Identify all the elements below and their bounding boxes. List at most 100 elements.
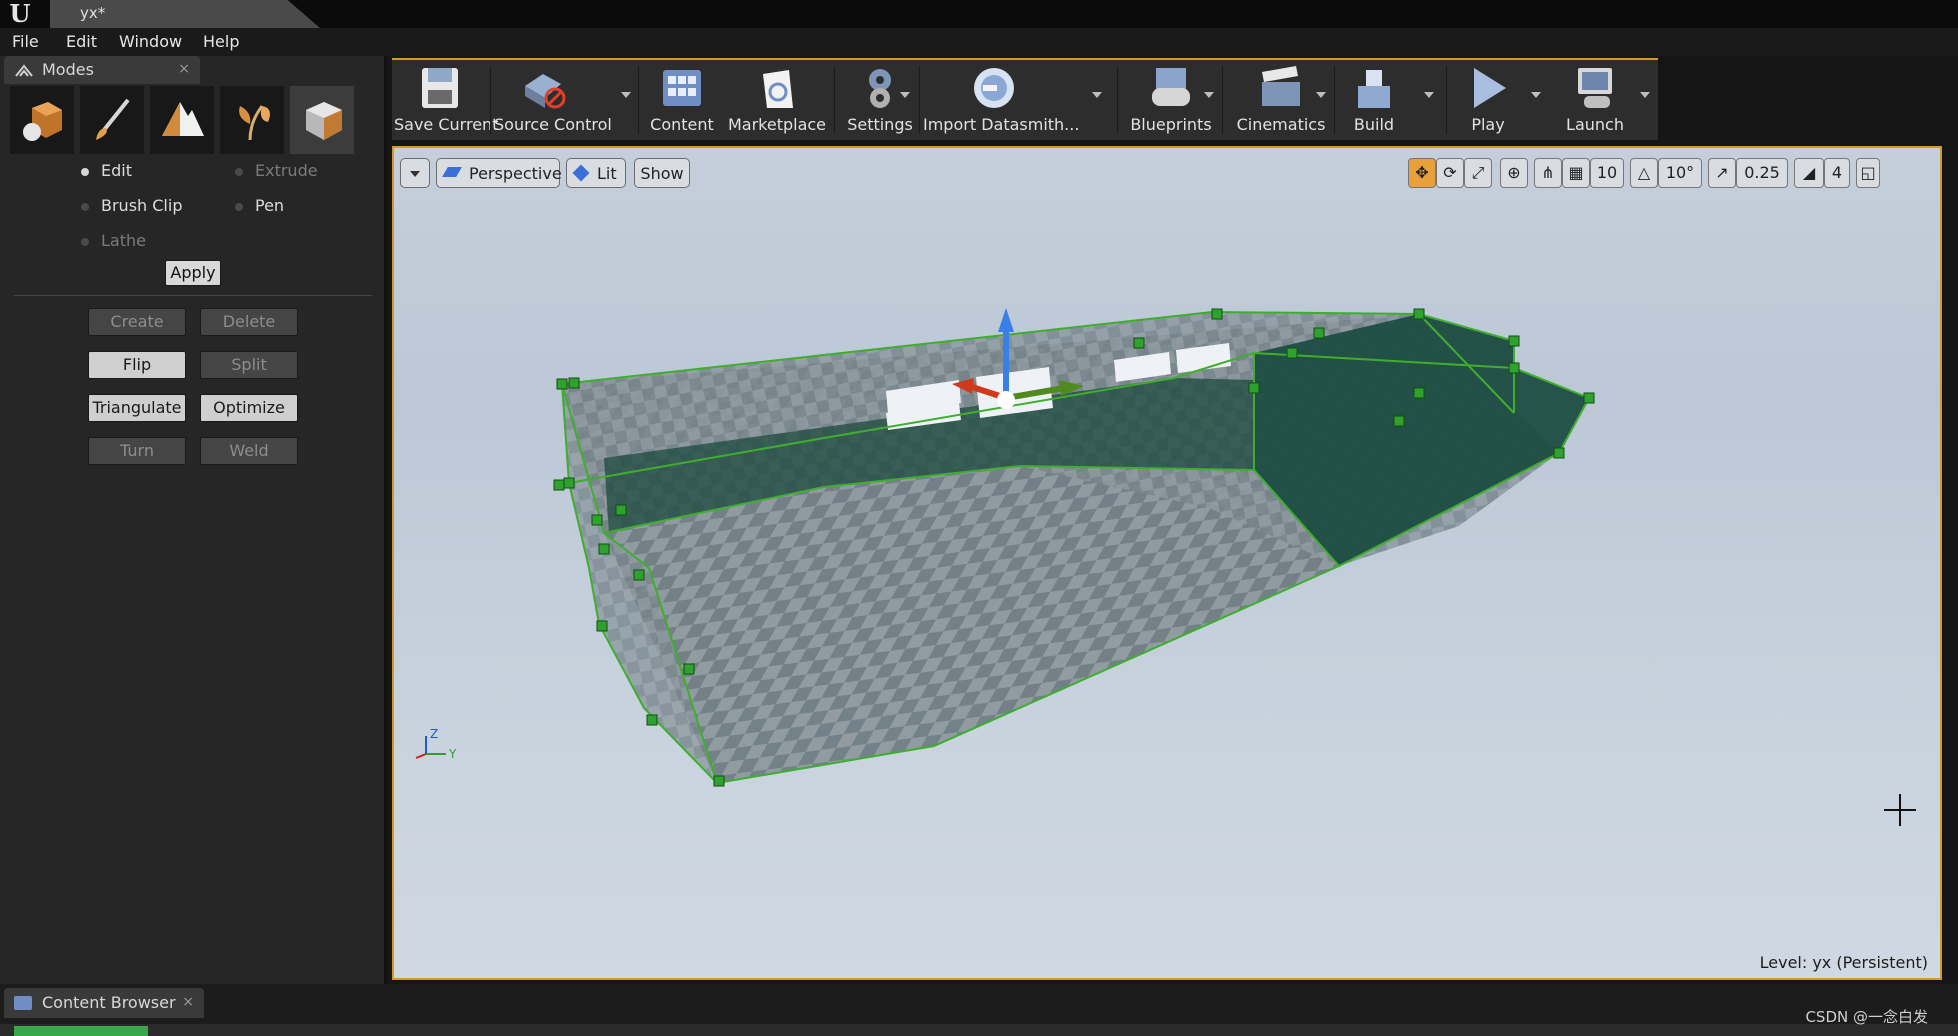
toolbar-separator <box>1222 66 1223 134</box>
toolbar-separator <box>834 66 835 134</box>
geometry-mode-icon <box>306 102 342 140</box>
triangulate-button[interactable]: Triangulate <box>88 394 186 422</box>
perspective-label: Perspective <box>469 164 562 183</box>
maximize-viewport-icon[interactable]: ◱ <box>1856 158 1880 188</box>
surface-snap-icon[interactable]: ⋔ <box>1534 158 1562 188</box>
launch-button[interactable]: Launch <box>1552 60 1638 140</box>
import-datasmith-button[interactable]: Import Datasmith... <box>923 60 1079 140</box>
content-button[interactable]: Content <box>642 60 722 140</box>
settings-icon <box>869 69 891 108</box>
save-current-button[interactable]: Save Current <box>394 60 498 140</box>
place-mode-icon <box>23 102 62 141</box>
content-browser-tab[interactable]: Content Browser × <box>4 988 204 1018</box>
launch-icon <box>1578 68 1612 108</box>
pen-radio-label[interactable]: Pen <box>255 196 284 215</box>
paint-mode-button[interactable] <box>80 86 144 154</box>
main-toolbar: Save Current Source Control Content Mark… <box>392 58 1658 140</box>
pen-radio[interactable] <box>235 203 243 211</box>
landscape-mode-button[interactable] <box>150 86 214 154</box>
foliage-mode-button[interactable] <box>220 86 284 154</box>
viewport-scene[interactable]: Z Y <box>394 148 1942 980</box>
menu-file[interactable]: File <box>12 32 39 51</box>
launch-dropdown-icon[interactable] <box>1640 92 1650 98</box>
play-dropdown-icon[interactable] <box>1531 92 1541 98</box>
source-control-dropdown-icon[interactable] <box>621 92 631 98</box>
axis-y-label: Y <box>448 747 457 761</box>
geometry-mode-button[interactable] <box>290 86 354 154</box>
close-icon[interactable]: × <box>182 994 194 1010</box>
content-browser-tab-label: Content Browser <box>42 993 176 1012</box>
viewport-options-button[interactable] <box>400 158 430 188</box>
save-icon <box>422 68 458 108</box>
level-viewport[interactable]: Z Y Perspective Lit Show ✥ ⟳ ⤢ ⊕ ⋔ ▦ 10 … <box>392 146 1942 980</box>
scale-mode-icon[interactable]: ⤢ <box>1464 158 1492 188</box>
mode-icons-row <box>10 86 362 154</box>
menu-window[interactable]: Window <box>119 32 182 51</box>
lathe-radio <box>81 238 89 246</box>
world-space-icon[interactable]: ⊕ <box>1500 158 1528 188</box>
show-button[interactable]: Show <box>634 158 690 188</box>
close-icon[interactable]: × <box>178 61 190 77</box>
toolbar-separator <box>490 66 491 134</box>
cinematics-dropdown-icon[interactable] <box>1316 92 1326 98</box>
landscape-mode-icon <box>162 102 204 136</box>
document-tab[interactable]: yx* <box>50 0 320 28</box>
translate-mode-icon[interactable]: ✥ <box>1408 158 1436 188</box>
play-icon <box>1474 68 1506 108</box>
rotation-snap-value[interactable]: 10° <box>1658 158 1702 188</box>
create-button: Create <box>88 308 186 336</box>
extrude-radio <box>235 168 243 176</box>
toolbar-separator <box>919 66 920 134</box>
watermark: CSDN @一念白发 <box>1805 1008 1928 1026</box>
edit-radio[interactable] <box>81 168 89 176</box>
scale-snap-value[interactable]: 0.25 <box>1736 158 1788 188</box>
extrude-radio-label: Extrude <box>255 161 318 180</box>
optimize-button[interactable]: Optimize <box>200 394 298 422</box>
settings-dropdown-icon[interactable] <box>900 92 910 98</box>
perspective-button[interactable]: Perspective <box>436 158 562 188</box>
brush-clip-radio[interactable] <box>81 203 89 211</box>
delete-button: Delete <box>200 308 298 336</box>
grid-snap-value[interactable]: 10 <box>1590 158 1624 188</box>
apply-button[interactable]: Apply <box>165 260 221 286</box>
blueprints-dropdown-icon[interactable] <box>1204 92 1214 98</box>
foliage-mode-icon <box>239 105 270 141</box>
place-mode-button[interactable] <box>10 86 74 154</box>
modes-tab[interactable]: Modes × <box>4 56 200 84</box>
scale-snap-icon[interactable]: ↗ <box>1708 158 1736 188</box>
lit-icon <box>572 164 590 182</box>
datasmith-dropdown-icon[interactable] <box>1092 92 1102 98</box>
unreal-logo-icon[interactable]: U <box>4 0 36 28</box>
blueprints-button[interactable]: Blueprints <box>1121 60 1221 140</box>
content-icon <box>663 70 701 106</box>
camera-speed-icon[interactable]: ◢ <box>1794 158 1824 188</box>
menu-edit[interactable]: Edit <box>66 32 97 51</box>
turn-button: Turn <box>88 437 186 465</box>
lit-label: Lit <box>597 164 617 183</box>
level-label: Level: yx (Persistent) <box>1759 953 1928 972</box>
content-browser-icon <box>14 996 32 1010</box>
lit-button[interactable]: Lit <box>566 158 626 188</box>
divider <box>14 295 372 296</box>
marketplace-button[interactable]: Marketplace <box>724 60 830 140</box>
flip-button[interactable]: Flip <box>88 351 186 379</box>
split-button: Split <box>200 351 298 379</box>
rotation-snap-icon[interactable]: △ <box>1630 158 1658 188</box>
menu-help[interactable]: Help <box>203 32 239 51</box>
rotate-mode-icon[interactable]: ⟳ <box>1436 158 1464 188</box>
settings-button[interactable]: Settings <box>838 60 922 140</box>
add-new-button[interactable] <box>14 1026 148 1036</box>
toolbar-separator <box>638 66 639 134</box>
build-dropdown-icon[interactable] <box>1424 92 1434 98</box>
play-button[interactable]: Play <box>1450 60 1526 140</box>
cinematics-button[interactable]: Cinematics <box>1226 60 1336 140</box>
edit-radio-label[interactable]: Edit <box>101 161 132 180</box>
brush-clip-radio-label[interactable]: Brush Clip <box>101 196 182 215</box>
modes-icon <box>15 64 33 77</box>
grid-snap-icon[interactable]: ▦ <box>1562 158 1590 188</box>
camera-speed-value[interactable]: 4 <box>1824 158 1850 188</box>
modes-panel <box>0 56 387 984</box>
build-button[interactable]: Build <box>1338 60 1410 140</box>
axis-z-label: Z <box>430 727 438 741</box>
source-control-button[interactable]: Source Control <box>494 60 612 140</box>
